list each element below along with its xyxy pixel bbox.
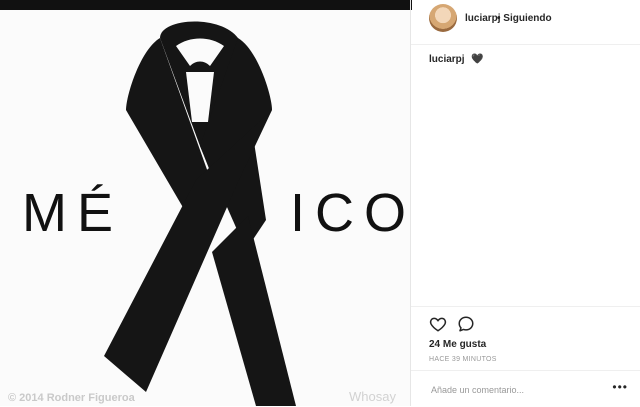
following-label[interactable]: • Siguiendo	[497, 13, 552, 24]
watermark: © 2014 Rodner Figueroa	[8, 392, 135, 404]
post-header: luciarpj • Siguiendo	[411, 0, 640, 45]
comment-bar: •••	[411, 370, 640, 407]
heart-icon	[429, 317, 447, 332]
caption: luciarpj 🖤	[429, 54, 484, 65]
top-bar	[0, 0, 412, 10]
avatar[interactable]	[429, 4, 457, 32]
header-username[interactable]: luciarpj	[465, 13, 501, 24]
comment-input[interactable]	[429, 382, 603, 398]
post-sidebar: luciarpj • Siguiendo luciarpj 🖤 24 Me gu…	[411, 0, 640, 406]
image-text-left: MÉ	[22, 183, 123, 243]
likes-count[interactable]: 24 Me gusta	[429, 339, 486, 350]
post-image: MÉ ICO © 2014 Rodner Figueroa Whosay	[0, 10, 410, 406]
watermark-right: Whosay	[349, 389, 396, 404]
like-button[interactable]	[429, 315, 447, 333]
timestamp: HACE 39 MINUTOS	[429, 356, 497, 363]
caption-username[interactable]: luciarpj	[429, 54, 465, 65]
comment-icon	[458, 316, 474, 332]
comment-button[interactable]	[457, 315, 475, 333]
more-options-button[interactable]: •••	[612, 380, 628, 394]
post-actions: 24 Me gusta HACE 39 MINUTOS	[411, 306, 640, 377]
image-text-right: ICO	[290, 183, 410, 243]
black-heart-emoji: 🖤	[471, 54, 484, 65]
